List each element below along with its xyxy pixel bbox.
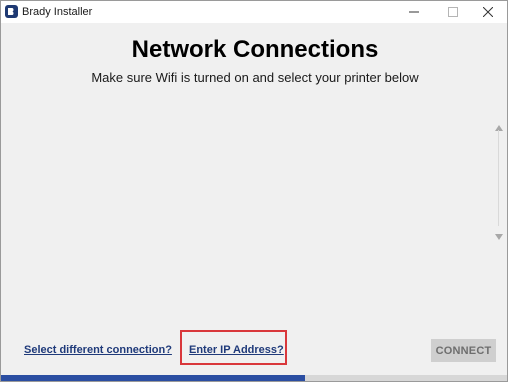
window-title: Brady Installer: [22, 6, 93, 18]
title-bar: Brady Installer: [1, 1, 507, 23]
page-title: Network Connections: [131, 36, 379, 63]
progress-bar: [1, 375, 507, 381]
printer-list-scrollbar[interactable]: [494, 118, 504, 240]
printer-list[interactable]: [1, 116, 491, 241]
scroll-up-arrow-icon[interactable]: [495, 118, 503, 136]
maximize-icon[interactable]: [435, 1, 471, 23]
enter-ip-address-link[interactable]: Enter IP Address?: [189, 343, 284, 357]
progress-bar-fill: [1, 375, 305, 381]
close-icon[interactable]: [470, 1, 506, 23]
brady-app-icon: [5, 5, 18, 18]
minimize-icon[interactable]: [396, 1, 432, 23]
select-different-connection-link[interactable]: Select different connection?: [24, 343, 172, 357]
installer-window: Brady Installer Network Connections Make…: [0, 0, 508, 382]
scroll-down-arrow-icon[interactable]: [495, 227, 503, 245]
connect-button[interactable]: CONNECT: [431, 339, 496, 362]
page-subtitle: Make sure Wifi is turned on and select y…: [91, 70, 419, 85]
scrollbar-track[interactable]: [498, 130, 499, 226]
